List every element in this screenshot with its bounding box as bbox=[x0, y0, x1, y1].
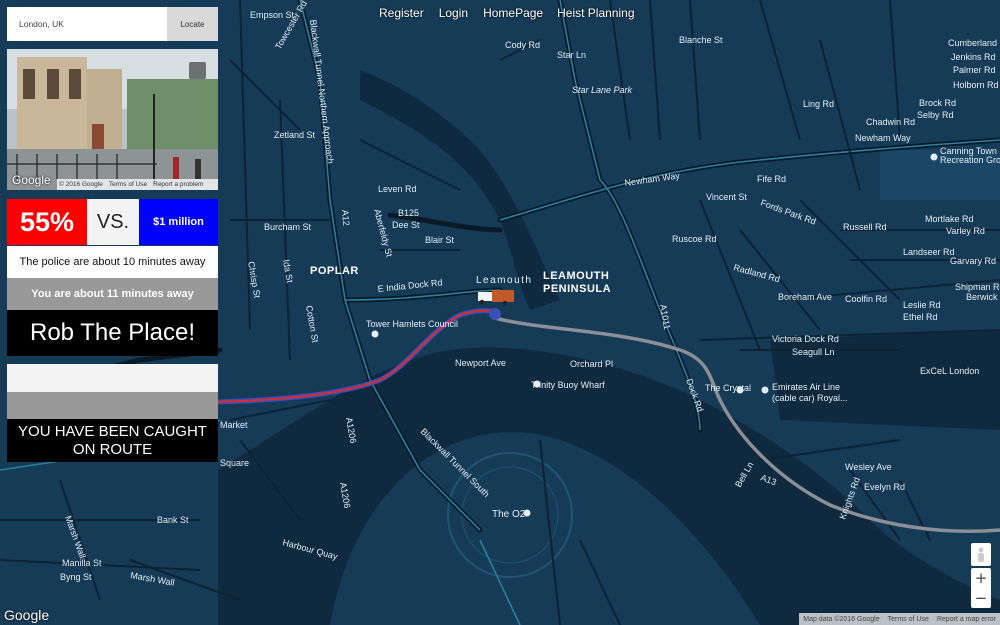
label-burcham-st: Burcham St bbox=[264, 222, 312, 232]
label-mortlake-rd: Mortlake Rd bbox=[925, 214, 974, 224]
label-varley-rd: Varley Rd bbox=[946, 226, 985, 236]
street-report-link[interactable]: Report a problem bbox=[153, 181, 203, 188]
label-blanche-st: Blanche St bbox=[679, 35, 723, 45]
label-chadwin-rd: Chadwin Rd bbox=[866, 117, 915, 127]
location-input[interactable] bbox=[7, 7, 167, 41]
label-byng-st: Byng St bbox=[60, 572, 92, 582]
zoom-control: + − bbox=[971, 568, 991, 608]
status-bar-white bbox=[7, 364, 218, 392]
label-selby-rd: Selby Rd bbox=[917, 110, 954, 120]
nav-register-link[interactable]: Register bbox=[379, 6, 424, 20]
caught-message: YOU HAVE BEEN CAUGHT ON ROUTE bbox=[7, 419, 218, 462]
label-b125: B125 bbox=[398, 208, 419, 218]
street-view[interactable]: Google © 2016 Google Terms of Use Report… bbox=[7, 49, 218, 190]
prize-amount: $1 million bbox=[139, 199, 218, 245]
label-ruscoe-rd: Ruscoe Rd bbox=[672, 234, 717, 244]
label-shipman-rd: Shipman Rd bbox=[955, 282, 1000, 292]
label-emirates-2: (cable car) Royal... bbox=[772, 393, 848, 403]
map-terms-link[interactable]: Terms of Use bbox=[888, 616, 929, 623]
nav-homepage-link[interactable]: HomePage bbox=[483, 6, 543, 20]
label-tower-hamlets: Tower Hamlets Council bbox=[366, 319, 458, 329]
label-dee-st: Dee St bbox=[392, 220, 420, 230]
nav-login-link[interactable]: Login bbox=[439, 6, 468, 20]
label-empson-st: Empson St bbox=[250, 10, 295, 20]
status-bar-grey bbox=[7, 392, 218, 419]
label-landseer-rd: Landseer Rd bbox=[903, 247, 955, 257]
location-search: Locate bbox=[7, 7, 218, 41]
label-boreham-ave: Boreham Ave bbox=[778, 292, 832, 302]
label-bank-st: Bank St bbox=[157, 515, 189, 525]
label-cumberland-rd: Cumberland Rd bbox=[948, 38, 1000, 48]
label-jenkins-rd: Jenkins Rd bbox=[951, 52, 996, 62]
label-garvary-rd: Garvary Rd bbox=[950, 256, 996, 266]
zoom-in-icon[interactable]: + bbox=[975, 568, 988, 588]
label-square: Square bbox=[220, 458, 249, 468]
label-holborn-rd: Holborn Rd bbox=[953, 80, 999, 90]
label-excel: ExCeL London bbox=[920, 366, 979, 376]
label-newport-ave: Newport Ave bbox=[455, 358, 506, 368]
versus-label: VS. bbox=[87, 199, 139, 245]
label-a12: A12 bbox=[340, 209, 351, 226]
label-cody-rd: Cody Rd bbox=[505, 40, 540, 50]
rob-button[interactable]: Rob The Place! bbox=[7, 310, 218, 356]
label-seagull-ln: Seagull Ln bbox=[792, 347, 835, 357]
label-palmer-rd: Palmer Rd bbox=[953, 65, 996, 75]
street-copyright: © 2016 Google bbox=[59, 181, 103, 188]
success-percent: 55% bbox=[7, 199, 87, 245]
label-newham-way-2: Newham Way bbox=[855, 133, 911, 143]
dock-basin bbox=[770, 330, 1000, 430]
top-nav: Register Login HomePage Heist Planning bbox=[379, 6, 635, 20]
street-terms-link[interactable]: Terms of Use bbox=[109, 181, 147, 188]
label-brock-rd: Brock Rd bbox=[919, 98, 956, 108]
your-eta: You are about 11 minutes away bbox=[7, 278, 218, 310]
map-report-link[interactable]: Report a map error bbox=[937, 616, 996, 623]
map-data-credit: Map data ©2016 Google bbox=[803, 615, 880, 623]
label-star-lane-park: Star Lane Park bbox=[572, 85, 633, 95]
odds-bar: 55% VS. $1 million bbox=[7, 199, 218, 245]
label-poplar: POPLAR bbox=[310, 265, 359, 277]
label-russell-rd: Russell Rd bbox=[843, 222, 887, 232]
map-google-logo: Google bbox=[4, 607, 50, 623]
label-canning-town-2: Recreation Gro bbox=[940, 155, 1000, 165]
label-blair-st: Blair St bbox=[425, 235, 455, 245]
label-leamouth-peninsula-1: LEAMOUTH bbox=[543, 270, 609, 282]
street-google-logo: Google bbox=[12, 173, 51, 187]
street-view-image bbox=[7, 49, 218, 190]
label-wesley-ave: Wesley Ave bbox=[845, 462, 892, 472]
label-leamouth-peninsula-2: PENINSULA bbox=[543, 283, 611, 295]
label-coolfin-rd: Coolfin Rd bbox=[845, 294, 887, 304]
label-market: Market bbox=[220, 420, 248, 430]
label-trinity-buoy-wharf: Trinity Buoy Wharf bbox=[531, 380, 605, 390]
label-ethel-rd: Ethel Rd bbox=[903, 312, 938, 322]
locate-button[interactable]: Locate bbox=[167, 7, 218, 41]
label-emirates-1: Emirates Air Line bbox=[772, 382, 840, 392]
label-star-ln: Star Ln bbox=[557, 50, 586, 60]
label-berwick-rd: Berwick Rd bbox=[966, 292, 1000, 302]
label-the-crystal: The Crystal bbox=[705, 383, 751, 393]
label-leslie-rd: Leslie Rd bbox=[903, 300, 941, 310]
nav-heist-planning-link[interactable]: Heist Planning bbox=[557, 6, 634, 20]
label-ling-rd: Ling Rd bbox=[803, 99, 834, 109]
label-evelyn-rd: Evelyn Rd bbox=[864, 482, 905, 492]
heist-panel: Locate Google © 2016 G bbox=[7, 7, 218, 462]
police-eta: The police are about 10 minutes away bbox=[7, 246, 218, 278]
label-leven-rd: Leven Rd bbox=[378, 184, 417, 194]
label-zetland-st: Zetland St bbox=[274, 130, 316, 140]
label-victoria-dock-rd: Victoria Dock Rd bbox=[772, 334, 839, 344]
label-the-o2: The O2 bbox=[492, 509, 526, 520]
label-fife-rd: Fife Rd bbox=[757, 174, 786, 184]
pegman-icon[interactable] bbox=[971, 543, 991, 566]
fullscreen-icon[interactable] bbox=[189, 62, 206, 79]
label-vincent-st: Vincent St bbox=[706, 192, 747, 202]
label-leamouth: Leamouth bbox=[476, 275, 532, 286]
zoom-out-icon[interactable]: − bbox=[975, 588, 988, 608]
label-manilla-st: Manilla St bbox=[62, 558, 102, 568]
map-attribution: Map data ©2016 Google Terms of Use Repor… bbox=[799, 613, 1000, 625]
street-attribution: © 2016 Google Terms of Use Report a prob… bbox=[57, 179, 218, 190]
label-orchard-pl: Orchard Pl bbox=[570, 359, 613, 369]
